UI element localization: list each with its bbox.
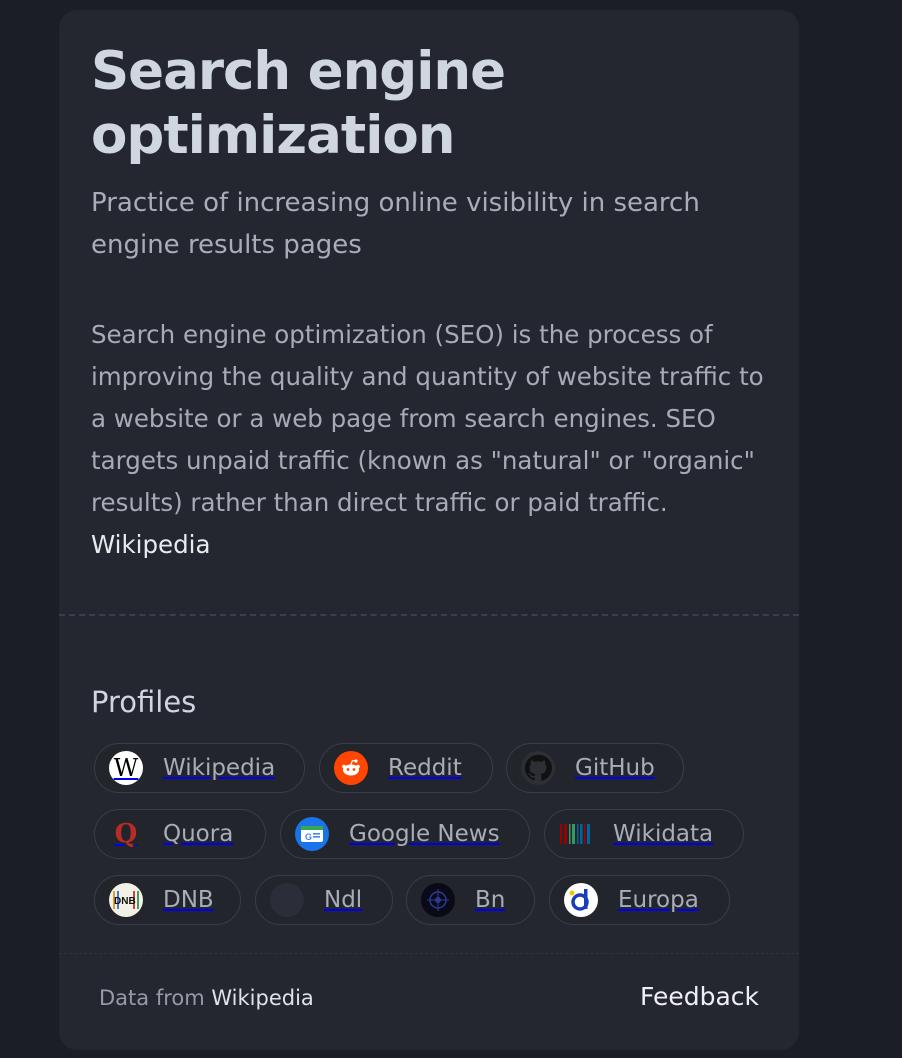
europa-icon — [564, 883, 598, 917]
svg-text:G: G — [305, 832, 312, 842]
wikipedia-source-link[interactable]: Wikipedia — [91, 524, 781, 566]
description-text: Search engine optimization (SEO) is the … — [91, 320, 764, 517]
ndl-icon — [270, 883, 304, 917]
reddit-icon — [334, 751, 368, 785]
profile-chip-wikidata[interactable]: Wikidata — [544, 809, 744, 859]
dnb-icon: DNB — [109, 883, 143, 917]
profile-chip-github[interactable]: GitHub — [506, 743, 684, 793]
data-from-text: Data from — [99, 986, 205, 1010]
profile-chip-wikipedia[interactable]: W Wikipedia — [94, 743, 305, 793]
github-icon — [521, 751, 555, 785]
profile-label: GitHub — [575, 755, 655, 781]
profile-label: Google News — [349, 821, 500, 847]
profile-chip-bn[interactable]: Bn — [406, 875, 535, 925]
profile-chip-google-news[interactable]: G Google News — [280, 809, 530, 859]
wikidata-icon — [559, 817, 593, 851]
profile-label: Bn — [475, 887, 506, 913]
panel-description: Search engine optimization (SEO) is the … — [91, 314, 781, 566]
profile-chip-ndl[interactable]: Ndl — [255, 875, 393, 925]
bn-icon — [421, 883, 455, 917]
profile-label: DNB — [163, 887, 214, 913]
knowledge-panel: Search engine optimization Practice of i… — [59, 10, 799, 1050]
panel-subtitle: Practice of increasing online visibility… — [91, 188, 700, 260]
profile-label: Europa — [618, 887, 699, 913]
google-news-icon: G — [295, 817, 329, 851]
footer-divider — [59, 953, 799, 954]
panel-title: Search engine optimization — [91, 41, 506, 166]
data-attribution: Data from Wikipedia — [99, 986, 314, 1010]
profile-chip-dnb[interactable]: DNB DNB — [94, 875, 241, 925]
svg-text:DNB: DNB — [114, 896, 136, 907]
feedback-link[interactable]: Feedback — [640, 982, 759, 1011]
profile-chip-quora[interactable]: Q Quora — [94, 809, 266, 859]
data-from-link[interactable]: Wikipedia — [211, 986, 313, 1010]
profile-chip-reddit[interactable]: Reddit — [319, 743, 493, 793]
profile-label: Wikipedia — [163, 755, 276, 781]
profile-chip-europa[interactable]: Europa — [549, 875, 730, 925]
quora-icon: Q — [114, 819, 138, 849]
profiles-heading: Profiles — [91, 685, 197, 719]
profile-label: Wikidata — [613, 821, 714, 847]
profile-label: Reddit — [388, 755, 462, 781]
wikipedia-icon: W — [109, 751, 143, 785]
profile-label: Ndl — [324, 887, 363, 913]
section-divider — [59, 614, 799, 616]
profile-label: Quora — [163, 821, 234, 847]
